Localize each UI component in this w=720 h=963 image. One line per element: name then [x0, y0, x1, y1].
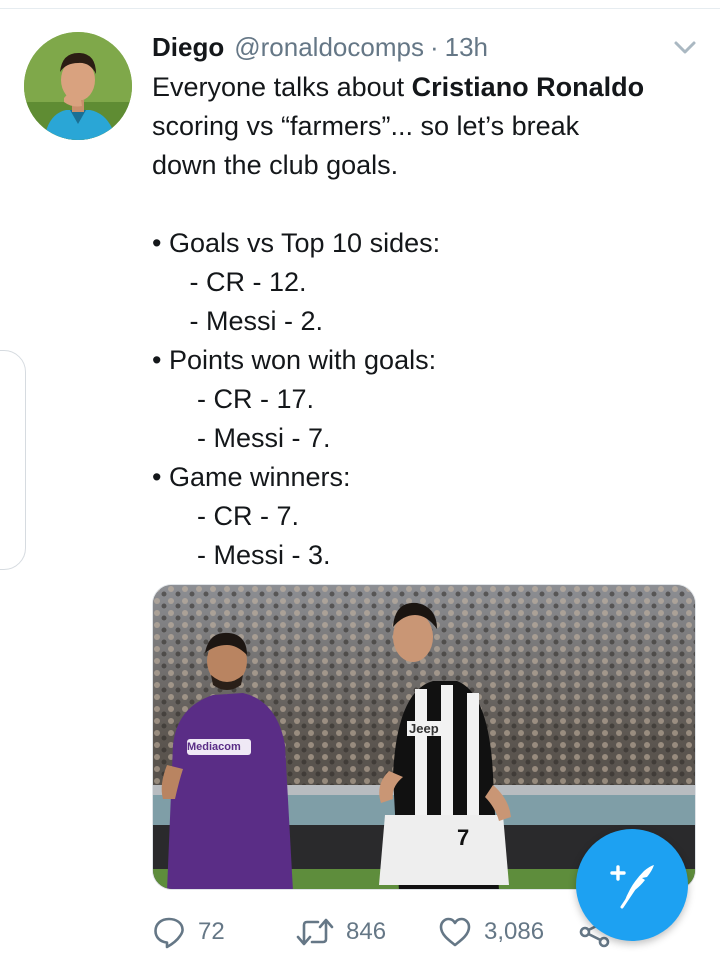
tweet-text-line: - CR - 17. [152, 380, 702, 419]
tweet-timestamp[interactable]: 13h [445, 32, 488, 63]
tweet-text-mention: Cristiano Ronaldo [411, 72, 645, 102]
tweet-text-segment: - CR - 12. [152, 267, 307, 297]
retweet-count: 846 [346, 918, 387, 945]
tweet-header: Diego @ronaldocomps · 13h [152, 30, 488, 64]
tweet-text-segment: - Messi - 2. [152, 306, 324, 336]
compose-feather-icon [610, 865, 654, 909]
avatar[interactable] [24, 32, 132, 140]
tweet-text-line: • Goals vs Top 10 sides: [152, 224, 702, 263]
tweet-text: Everyone talks about Cristiano Ronaldo sc… [152, 68, 702, 575]
tweet-text-line: - Messi - 2. [152, 302, 702, 341]
tweet-text-segment: Everyone talks about [152, 72, 412, 102]
tweet-text-segment: down the club goals. [152, 150, 399, 180]
top-divider [0, 8, 720, 9]
avatar-image [24, 32, 132, 140]
media-jersey-number: 7 [457, 825, 470, 850]
tweet-text-segment: • Points won with goals: [152, 345, 437, 375]
tweet-text-line: - Messi - 7. [152, 419, 702, 458]
side-drawer-handle[interactable] [0, 350, 26, 570]
tweet-text-segment: - Messi - 7. [152, 423, 331, 453]
chevron-down-icon [674, 41, 696, 54]
tweet-text-line [152, 185, 702, 224]
tweet-text-line: - Messi - 3. [152, 536, 702, 575]
tweet-text-line: - CR - 12. [152, 263, 702, 302]
like-button[interactable]: 3,086 [438, 910, 544, 954]
author-handle[interactable]: @ronaldocomps [234, 32, 424, 63]
reply-count: 72 [198, 918, 225, 945]
retweet-icon [296, 918, 334, 946]
reply-button[interactable]: 72 [152, 910, 225, 954]
compose-tweet-button[interactable] [576, 829, 688, 941]
tweet-text-line: • Points won with goals: [152, 341, 702, 380]
tweet-text-line: Everyone talks about Cristiano Ronaldo [152, 68, 702, 107]
tweet-text-segment: • Goals vs Top 10 sides: [152, 228, 441, 258]
tweet-options-button[interactable] [670, 36, 700, 60]
tweet-text-segment: - Messi - 3. [152, 540, 331, 570]
tweet-text-line: down the club goals. [152, 146, 702, 185]
header-separator: · [429, 31, 439, 62]
tweet-text-segment: scoring vs “farmers”... so let’s break [152, 111, 580, 141]
tweet-text-line: • Game winners: [152, 458, 702, 497]
retweet-button[interactable]: 846 [296, 910, 386, 954]
tweet-text-segment: • Game winners: [152, 462, 351, 492]
author-display-name[interactable]: Diego [152, 32, 224, 63]
media-jeep-text: Jeep [407, 721, 441, 736]
tweet-text-line: - CR - 7. [152, 497, 702, 536]
tweet-text-segment: - CR - 7. [152, 501, 300, 531]
tweet-text-segment: - CR - 17. [152, 384, 315, 414]
heart-icon [439, 917, 471, 947]
like-count: 3,086 [484, 918, 545, 945]
media-sponsor-text: Mediacom [187, 741, 241, 753]
reply-icon [154, 917, 184, 949]
tweet-text-line: scoring vs “farmers”... so let’s break [152, 107, 702, 146]
